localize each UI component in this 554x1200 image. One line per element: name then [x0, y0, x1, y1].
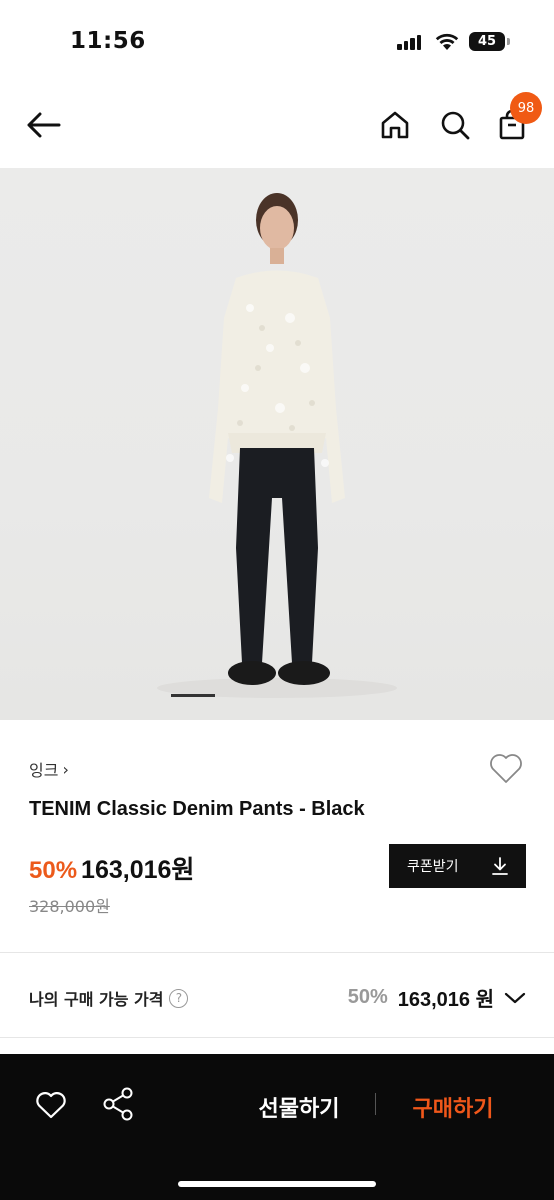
- price-row: 50% 163,016원: [29, 850, 194, 886]
- battery-cap: [507, 38, 510, 45]
- button-separator: [375, 1093, 376, 1115]
- product-image-carousel[interactable]: [0, 168, 554, 720]
- original-price: 328,000원: [29, 897, 110, 916]
- back-arrow-icon: [27, 112, 61, 138]
- my-sale-price: 163,016 원: [397, 989, 494, 1011]
- back-button[interactable]: [22, 104, 64, 146]
- my-price-toggle[interactable]: 50% 163,016 원: [348, 983, 526, 1012]
- my-price-label: 나의 구매 가능 가격 ?: [29, 986, 189, 1010]
- help-icon[interactable]: ?: [169, 988, 189, 1008]
- bottom-wishlist-button[interactable]: [33, 1087, 69, 1123]
- discount-rate: 50%: [29, 857, 78, 884]
- chevron-right-icon: ›: [62, 759, 69, 779]
- heart-icon: [36, 1092, 66, 1119]
- carousel-indicator: [171, 694, 215, 697]
- product-photo: [157, 193, 397, 698]
- coupon-download-button[interactable]: 쿠폰받기: [389, 844, 526, 888]
- coupon-label: 쿠폰받기: [407, 859, 459, 875]
- my-price-text: 나의 구매 가능 가격: [29, 990, 164, 1009]
- download-icon: [492, 857, 508, 875]
- chevron-down-icon: [504, 992, 526, 1003]
- search-button[interactable]: [434, 104, 476, 146]
- bottom-action-bar: 선물하기 구매하기: [0, 1054, 554, 1200]
- search-icon: [441, 111, 470, 140]
- wishlist-button[interactable]: [486, 748, 526, 788]
- brand-name: 잉크: [29, 761, 59, 780]
- my-discount-rate: 50%: [347, 986, 388, 1008]
- buy-button[interactable]: 구매하기: [394, 1087, 512, 1127]
- share-icon: [103, 1087, 133, 1121]
- heart-icon: [490, 754, 522, 783]
- top-nav: [0, 80, 554, 168]
- divider: [0, 952, 554, 953]
- cart-count-badge: 98: [510, 92, 542, 124]
- home-button[interactable]: [374, 104, 416, 146]
- divider: [0, 1037, 554, 1038]
- signal-icon: [397, 34, 423, 50]
- home-indicator: [178, 1181, 376, 1187]
- home-icon: [381, 111, 409, 139]
- status-time: 11:56: [70, 28, 146, 54]
- sale-price: 163,016원: [81, 856, 195, 884]
- wifi-icon: [435, 33, 459, 50]
- battery-indicator: 45: [469, 32, 505, 51]
- brand-link[interactable]: 잉크 ›: [29, 757, 69, 781]
- share-button[interactable]: [100, 1085, 138, 1123]
- gift-button[interactable]: 선물하기: [240, 1087, 358, 1127]
- product-name: TENIM Classic Denim Pants - Black: [29, 798, 365, 820]
- status-bar: 11:56 45: [0, 0, 554, 80]
